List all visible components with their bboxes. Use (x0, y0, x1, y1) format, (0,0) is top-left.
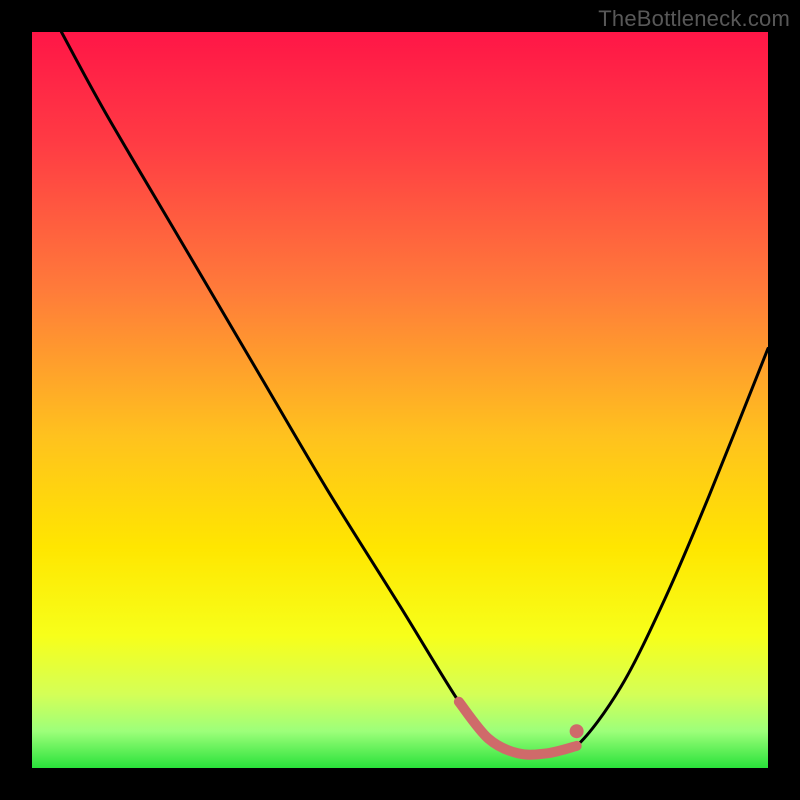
valley-highlight (459, 702, 577, 755)
valley-marker-dot (570, 724, 584, 738)
plot-area (32, 32, 768, 768)
chart-frame: TheBottleneck.com (0, 0, 800, 800)
watermark-text: TheBottleneck.com (598, 6, 790, 32)
bottleneck-curve (32, 32, 768, 768)
curve-path (61, 32, 768, 755)
